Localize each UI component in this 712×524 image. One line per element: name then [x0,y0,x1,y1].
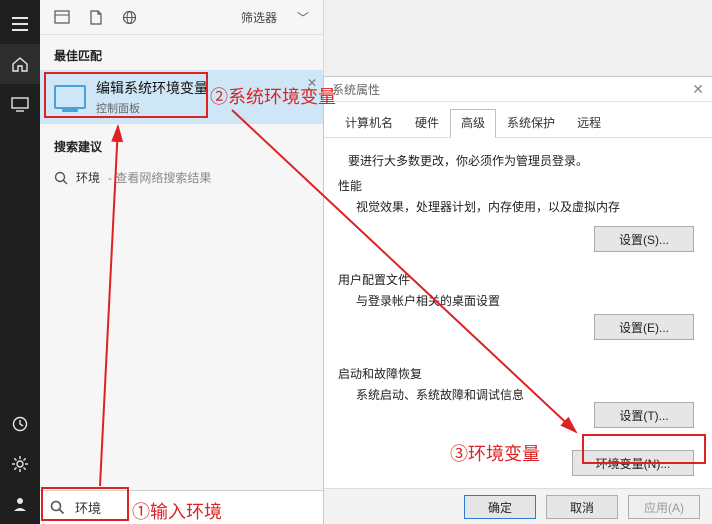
close-icon[interactable]: ✕ [307,76,317,90]
profile-settings-button[interactable]: 设置(E)... [594,314,694,340]
profile-group-label: 用户配置文件 [338,271,698,288]
dialog-title: 系统属性 [332,81,380,98]
suggestions-label: 搜索建议 [40,134,323,161]
scope-bar: 筛选器 ﹀ [40,0,323,35]
control-panel-icon [54,85,86,109]
menu-icon[interactable] [0,4,40,44]
chevron-down-icon[interactable]: ﹀ [297,9,309,26]
result-subtitle: 控制面板 [96,100,208,116]
apply-button[interactable]: 应用(A) [628,495,700,519]
tab-computer-name[interactable]: 计算机名 [334,109,404,138]
tab-bar: 计算机名 硬件 高级 系统保护 远程 [324,102,712,138]
best-match-result[interactable]: 编辑系统环境变量 控制面板 ✕ [40,70,323,124]
start-search-pane: 筛选器 ﹀ 最佳匹配 编辑系统环境变量 控制面板 ✕ 搜索建议 环境 - 查看网… [40,0,324,524]
dialog-titlebar: 系统属性 ✕ [324,77,712,102]
person-icon[interactable] [0,484,40,524]
result-title: 编辑系统环境变量 [96,78,208,98]
perf-group-desc: 视觉效果，处理器计划，内存使用，以及虚拟内存 [356,198,698,215]
search-icon [54,171,68,185]
dialog-footer: 确定 取消 应用(A) [324,488,712,524]
document-icon[interactable] [90,10,102,25]
ok-button[interactable]: 确定 [464,495,536,519]
clock-icon[interactable] [0,404,40,444]
monitor-icon[interactable] [0,84,40,124]
suggestion-text: 环境 [76,169,100,186]
env-vars-button[interactable]: 环境变量(N)... [572,450,694,476]
profile-group-desc: 与登录帐户相关的桌面设置 [356,292,698,309]
perf-settings-button[interactable]: 设置(S)... [594,226,694,252]
suggestion-item[interactable]: 环境 - 查看网络搜索结果 [40,161,323,194]
home-icon[interactable] [0,44,40,84]
globe-icon[interactable] [122,10,137,25]
search-input[interactable] [73,499,313,516]
tab-remote[interactable]: 远程 [566,109,612,138]
search-icon [50,500,65,515]
dialog-content: 要进行大多数更改，你必须作为管理员登录。 性能 视觉效果，处理器计划，内存使用，… [324,138,712,497]
cancel-button[interactable]: 取消 [546,495,618,519]
startup-settings-button[interactable]: 设置(T)... [594,402,694,428]
filter-label[interactable]: 筛选器 [241,9,277,26]
admin-note: 要进行大多数更改，你必须作为管理员登录。 [348,152,698,169]
perf-group-label: 性能 [338,177,698,194]
startup-group-desc: 系统启动、系统故障和调试信息 [356,386,698,403]
tab-advanced[interactable]: 高级 [450,109,496,138]
search-bar[interactable] [40,490,323,524]
tab-icon[interactable] [54,10,70,24]
tab-protection[interactable]: 系统保护 [496,109,566,138]
best-match-label: 最佳匹配 [40,43,323,70]
suggestion-hint: - 查看网络搜索结果 [108,169,211,186]
startup-group-label: 启动和故障恢复 [338,365,698,382]
system-properties-dialog: 系统属性 ✕ 计算机名 硬件 高级 系统保护 远程 要进行大多数更改，你必须作为… [323,76,712,524]
gear-icon[interactable] [0,444,40,484]
tab-hardware[interactable]: 硬件 [404,109,450,138]
close-icon[interactable]: ✕ [692,81,704,98]
taskbar [0,0,40,524]
